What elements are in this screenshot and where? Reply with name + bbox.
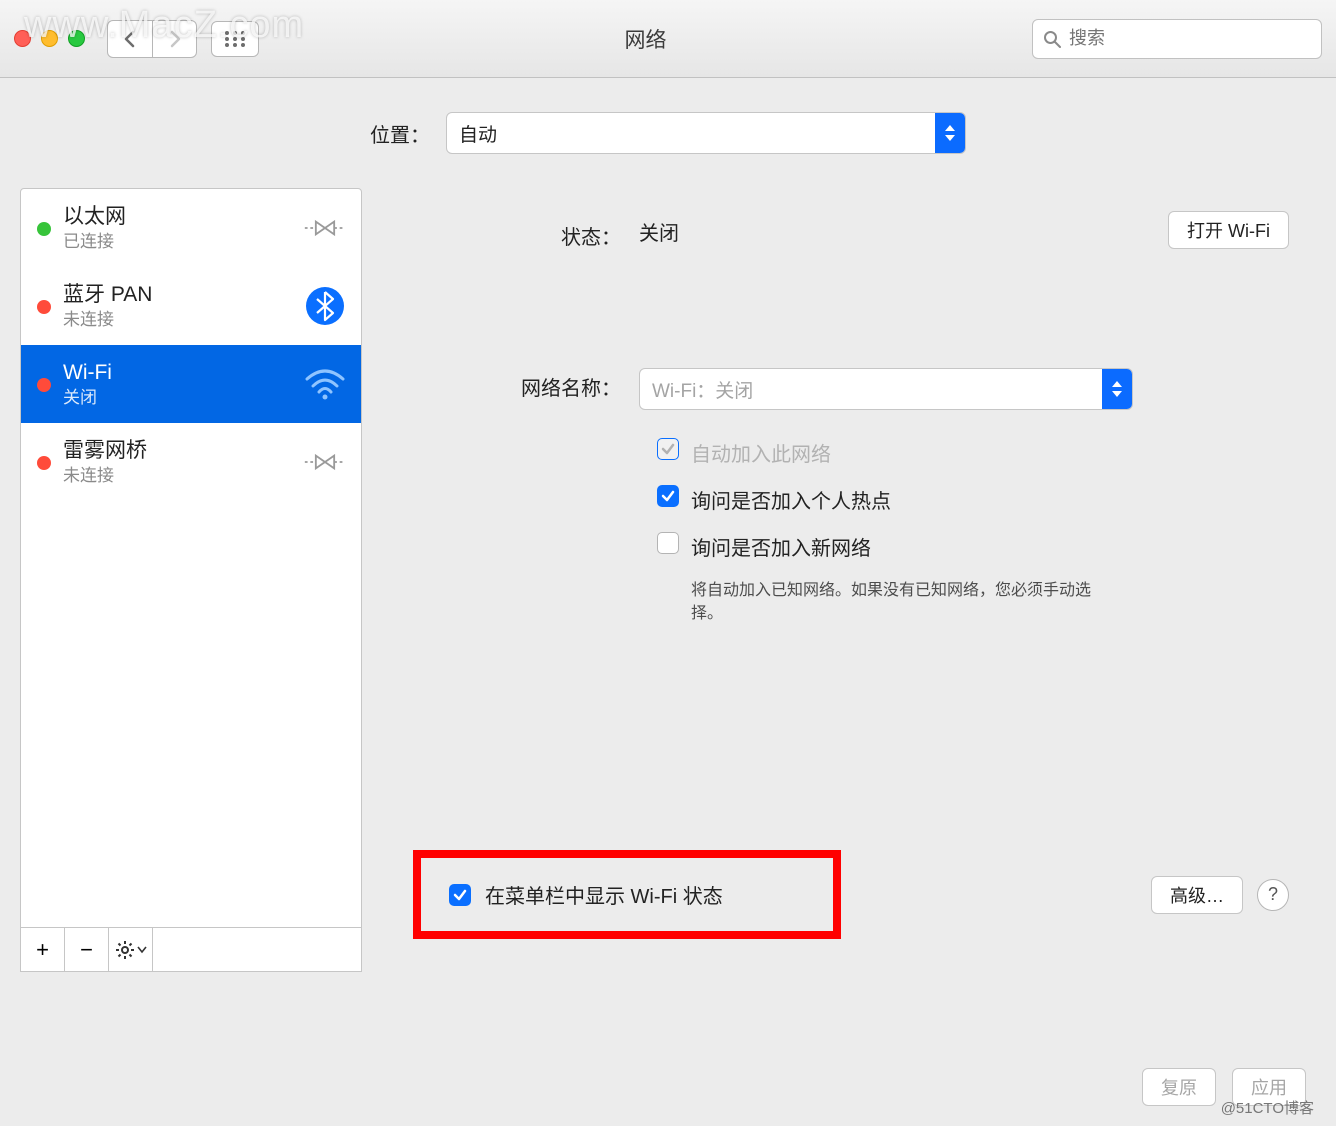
stepper-icon [1102,369,1132,409]
ask-new-network-desc: 将自动加入已知网络。如果没有已知网络，您必须手动选择。 [691,579,1121,625]
search-field[interactable] [1032,19,1322,59]
sidebar-item-label: 雷雾网桥 [63,438,291,464]
ethernet-icon [303,447,347,477]
interfaces-list: 以太网 已连接 蓝牙 PAN 未连接 [21,189,361,927]
wifi-icon [303,367,347,401]
network-name-value: Wi-Fi：关闭 [652,376,753,403]
status-dot-icon [37,222,51,236]
close-window-button[interactable] [14,30,31,47]
interfaces-sidebar: 以太网 已连接 蓝牙 PAN 未连接 [20,188,362,972]
gear-icon [115,940,135,960]
ethernet-icon [303,213,347,243]
sidebar-item-status: 关闭 [63,387,291,408]
sidebar-item-label: 蓝牙 PAN [63,282,291,308]
back-button[interactable] [108,21,152,57]
search-icon [1043,30,1061,48]
sidebar-item-wifi[interactable]: Wi-Fi 关闭 [21,345,361,423]
status-label: 状态： [419,217,639,250]
interface-actions-button[interactable] [109,928,153,971]
status-dot-icon [37,456,51,470]
credit-text: @51CTO博客 [1221,1097,1314,1118]
show-menubar-checkbox[interactable] [449,884,471,906]
zoom-window-button[interactable] [68,30,85,47]
nav-group [107,20,197,58]
minimize-window-button[interactable] [41,30,58,47]
location-select[interactable]: 自动 [446,112,966,154]
location-label: 位置： [370,119,430,148]
highlight-box: 在菜单栏中显示 Wi-Fi 状态 [413,850,841,939]
help-button[interactable]: ? [1257,879,1289,911]
chevron-down-icon [137,946,147,954]
revert-button[interactable]: 复原 [1142,1068,1216,1106]
titlebar: 网络 [0,0,1336,78]
stepper-icon [935,113,965,153]
location-row: 位置： 自动 [0,78,1336,188]
auto-join-checkbox [657,438,679,460]
sidebar-item-label: 以太网 [63,204,291,230]
sidebar-item-status: 未连接 [63,465,291,486]
plus-icon: + [36,937,49,963]
ask-hotspot-checkbox[interactable] [657,485,679,507]
window-title: 网络 [267,24,1024,54]
sidebar-item-thunderbolt-bridge[interactable]: 雷雾网桥 未连接 [21,423,361,501]
grid-icon [224,30,246,48]
ask-new-network-label: 询问是否加入新网络 [691,532,871,561]
ask-hotspot-label: 询问是否加入个人热点 [691,485,891,514]
sidebar-item-bluetooth-pan[interactable]: 蓝牙 PAN 未连接 [21,267,361,345]
add-interface-button[interactable]: + [21,928,65,971]
minus-icon: − [80,937,93,963]
status-dot-icon [37,378,51,392]
help-icon: ? [1268,884,1278,905]
advanced-button[interactable]: 高级… [1151,876,1243,914]
location-value: 自动 [459,120,497,147]
show-menubar-label: 在菜单栏中显示 Wi-Fi 状态 [485,880,723,909]
ask-new-network-checkbox[interactable] [657,532,679,554]
forward-button[interactable] [152,21,196,57]
show-all-button[interactable] [211,21,259,57]
chevron-right-icon [168,30,182,48]
bluetooth-icon [303,286,347,326]
sidebar-item-label: Wi-Fi [63,360,291,386]
window-controls [14,30,85,47]
search-input[interactable] [1069,28,1311,49]
sidebar-item-status: 已连接 [63,231,291,252]
status-value: 关闭 [639,217,679,246]
network-name-label: 网络名称： [419,368,639,401]
sidebar-footer: + − [21,927,361,971]
sidebar-item-status: 未连接 [63,309,291,330]
status-dot-icon [37,300,51,314]
auto-join-label: 自动加入此网络 [691,438,831,467]
network-name-select[interactable]: Wi-Fi：关闭 [639,368,1133,410]
sidebar-item-ethernet[interactable]: 以太网 已连接 [21,189,361,267]
turn-on-wifi-button[interactable]: 打开 Wi-Fi [1168,211,1289,249]
detail-panel: 状态： 关闭 打开 Wi-Fi 网络名称： Wi-Fi：关闭 自动加入此网络 询… [382,188,1316,972]
chevron-left-icon [123,30,137,48]
remove-interface-button[interactable]: − [65,928,109,971]
